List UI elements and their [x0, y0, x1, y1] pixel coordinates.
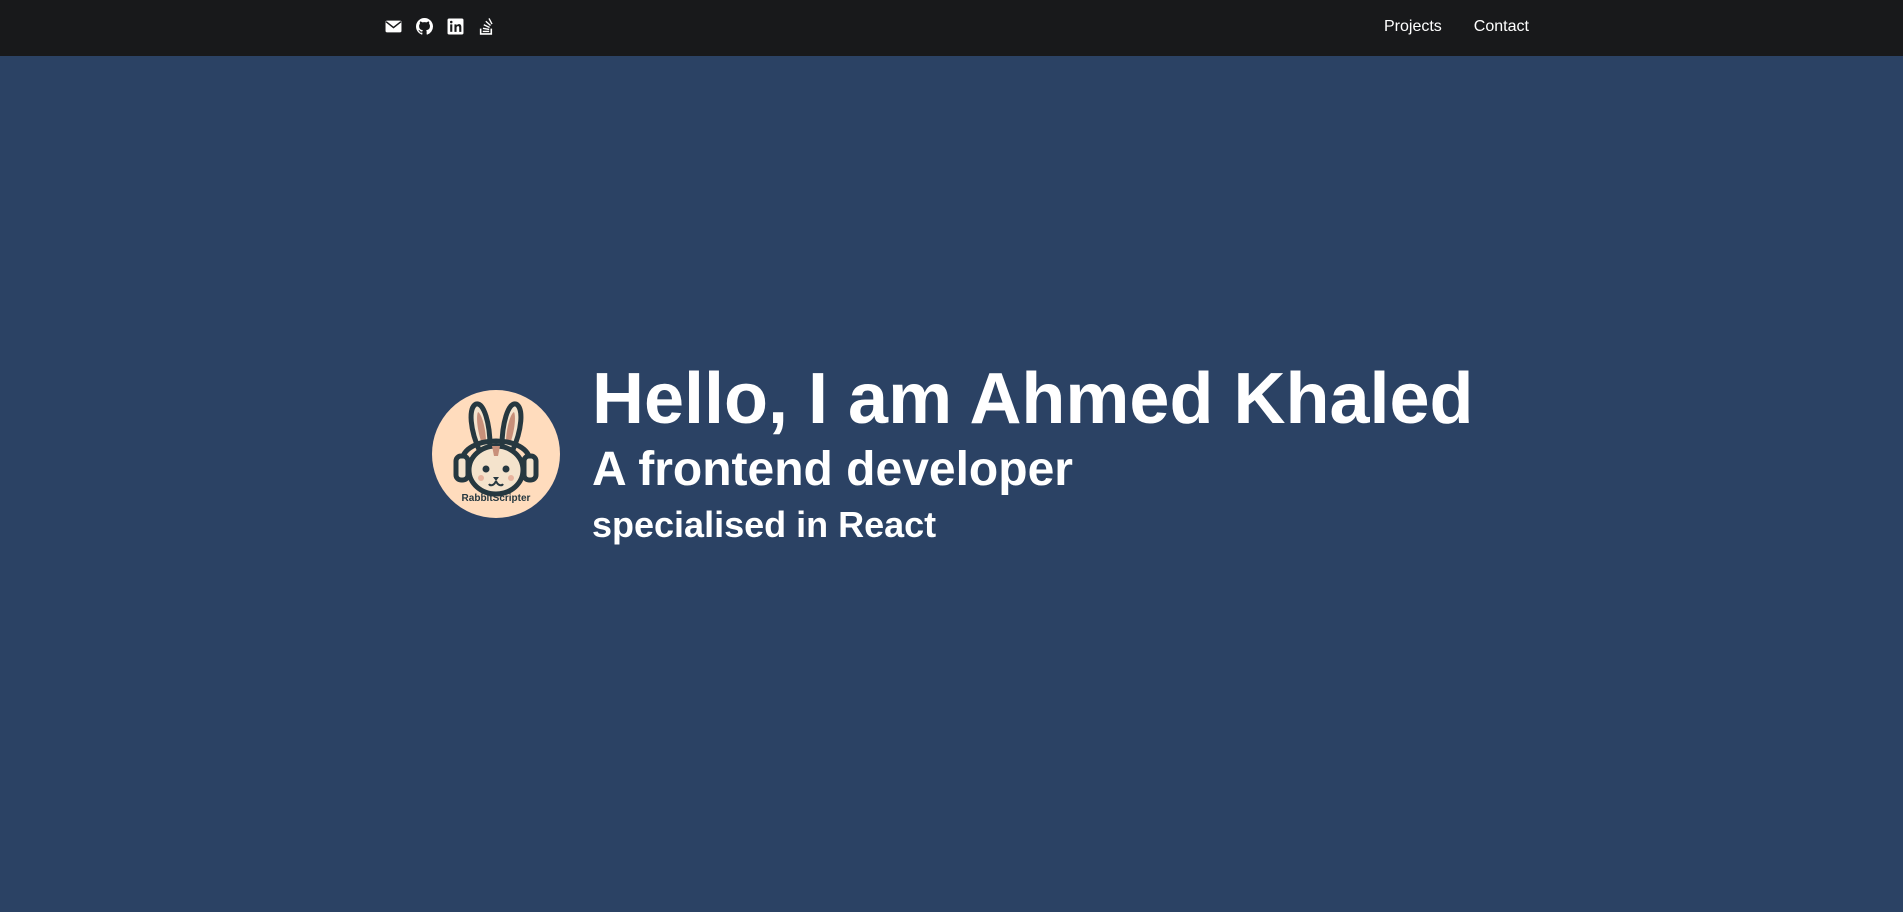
github-link[interactable]	[416, 18, 433, 35]
social-links	[385, 18, 495, 35]
hero-tagline: specialised in React	[592, 504, 937, 545]
email-link[interactable]	[385, 18, 402, 35]
hero-text: Hello, I am Ahmed Khaled A frontend deve…	[592, 358, 1474, 550]
linkedin-icon	[447, 18, 464, 35]
main-nav: Projects Contact	[1384, 17, 1529, 37]
github-icon	[416, 18, 433, 35]
hero-subtitle: A frontend developer	[592, 443, 1073, 496]
stackoverflow-link[interactable]	[478, 18, 495, 35]
rabbit-logo-icon: RabbitScripter	[453, 401, 539, 504]
navbar: Projects Contact	[0, 0, 1903, 56]
envelope-icon	[385, 20, 402, 33]
nav-link-contact[interactable]: Contact	[1474, 17, 1529, 37]
hero-section: RabbitScripter Hello, I am Ahmed Khaled …	[432, 358, 1474, 550]
stackoverflow-icon	[479, 18, 493, 35]
hero-title: Hello, I am Ahmed Khaled	[592, 359, 1474, 439]
logo-text: RabbitScripter	[462, 493, 531, 504]
avatar: RabbitScripter	[432, 390, 560, 518]
linkedin-link[interactable]	[447, 18, 464, 35]
nav-link-projects[interactable]: Projects	[1384, 17, 1442, 37]
